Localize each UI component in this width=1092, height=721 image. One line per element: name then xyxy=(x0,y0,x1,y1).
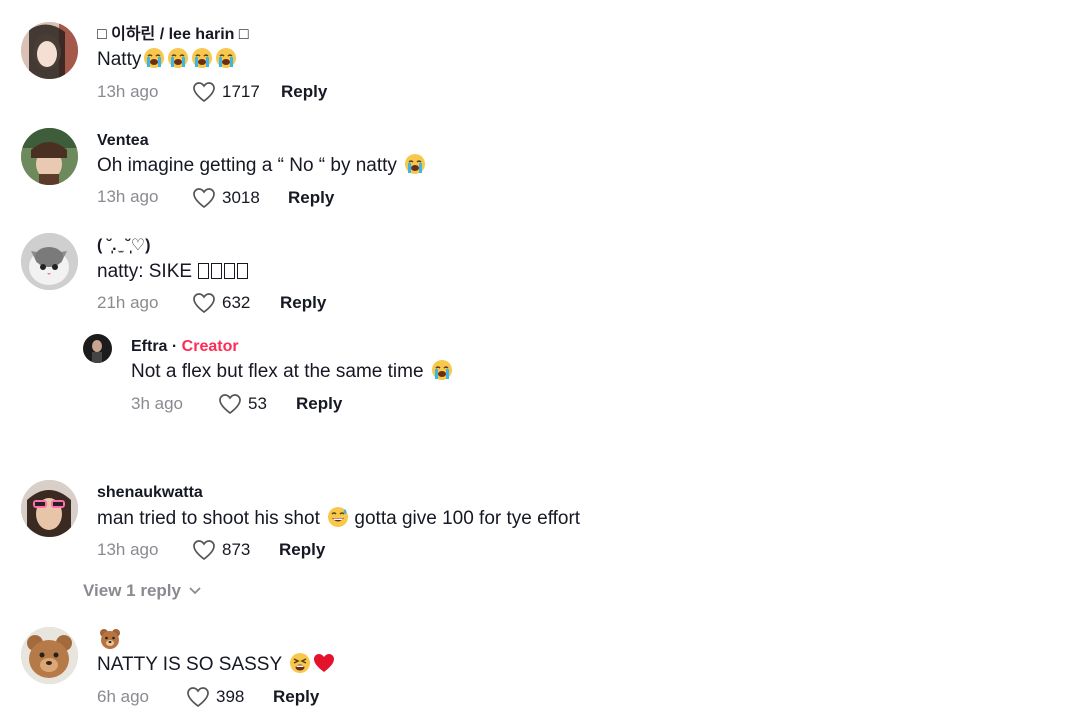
reply-button[interactable]: Reply xyxy=(288,188,334,208)
reply-button[interactable]: Reply xyxy=(279,540,325,560)
comment-text-content: man tried to shoot his shot xyxy=(97,508,320,529)
comment-text-content: Natty xyxy=(97,49,142,70)
comment-timestamp: 21h ago xyxy=(97,293,159,312)
comment-text-content: Oh imagine getting a “ No “ by natty xyxy=(97,155,397,176)
comment-text: man tried to shoot his shot gotta give 1… xyxy=(97,506,580,531)
view-replies-label: View 1 reply xyxy=(83,581,181,600)
username xyxy=(97,628,121,652)
avatar[interactable] xyxy=(21,480,78,537)
heart-outline-icon xyxy=(193,82,215,103)
bear-face-icon[interactable] xyxy=(99,628,121,650)
like-count: 3018 xyxy=(222,188,260,207)
like-button[interactable]: 53 xyxy=(218,393,267,415)
avatar[interactable] xyxy=(21,22,78,79)
comment-text-content: Not a flex but flex at the same time xyxy=(131,361,424,382)
comment-text: Oh imagine getting a “ No “ by natty xyxy=(97,153,426,178)
like-button[interactable]: 873 xyxy=(192,539,250,561)
heart-outline-icon xyxy=(193,293,215,314)
like-count: 873 xyxy=(222,540,251,559)
heart-outline-icon xyxy=(187,687,209,708)
name-separator: · xyxy=(167,338,182,355)
username: Eftra · Creator xyxy=(131,337,239,357)
like-button[interactable]: 1717 xyxy=(192,81,260,103)
username[interactable]: ( ˘̩̩̩. ̫ ˘̩̩̩♡) xyxy=(97,236,150,256)
comment-text: NATTY IS SO SASSY xyxy=(97,652,335,677)
view-replies-button[interactable]: View 1 reply xyxy=(83,581,201,601)
username[interactable]: □ 이하린 / lee harin □ xyxy=(97,25,249,45)
avatar[interactable] xyxy=(83,334,112,363)
username[interactable]: Ventea xyxy=(97,131,149,151)
red-heart-icon xyxy=(313,652,335,674)
reply-button[interactable]: Reply xyxy=(296,394,342,414)
avatar[interactable] xyxy=(21,128,78,185)
unsupported-glyph-icon xyxy=(224,263,236,279)
like-count: 632 xyxy=(222,293,251,312)
comment-text-content-2: gotta give 100 for tye effort xyxy=(354,508,581,529)
comment-timestamp: 3h ago xyxy=(131,394,183,413)
reply-button[interactable]: Reply xyxy=(281,82,327,102)
crying-face-icon xyxy=(167,47,189,69)
comment-timestamp: 6h ago xyxy=(97,687,149,706)
reply-button[interactable]: Reply xyxy=(280,293,326,313)
comment-timestamp: 13h ago xyxy=(97,540,159,559)
comment-text: natty: SIKE xyxy=(97,260,249,284)
avatar[interactable] xyxy=(21,627,78,684)
unsupported-glyph-icon xyxy=(198,263,210,279)
like-button[interactable]: 3018 xyxy=(192,187,260,209)
username[interactable]: shenaukwatta xyxy=(97,483,203,503)
crying-face-icon xyxy=(143,47,165,69)
crying-face-icon xyxy=(431,359,453,381)
heart-outline-icon xyxy=(193,540,215,561)
like-count: 1717 xyxy=(222,82,260,101)
crying-face-icon xyxy=(404,153,426,175)
comment-timestamp: 13h ago xyxy=(97,82,159,101)
comment-text-content: natty: SIKE xyxy=(97,261,198,282)
creator-badge: Creator xyxy=(181,338,239,355)
reply-username[interactable]: Eftra xyxy=(131,338,167,355)
crying-face-icon xyxy=(215,47,237,69)
grinning-sweat-face-icon xyxy=(327,506,349,528)
heart-outline-icon xyxy=(219,394,241,415)
unsupported-glyph-icon xyxy=(237,263,249,279)
like-button[interactable]: 632 xyxy=(192,292,250,314)
comment-text: Not a flex but flex at the same time xyxy=(131,359,453,384)
chevron-down-icon xyxy=(189,587,201,595)
heart-outline-icon xyxy=(193,188,215,209)
like-count: 53 xyxy=(248,394,267,413)
like-button[interactable]: 398 xyxy=(186,686,244,708)
comment-text-content: NATTY IS SO SASSY xyxy=(97,654,282,675)
avatar[interactable] xyxy=(21,233,78,290)
comment-text: Natty xyxy=(97,47,237,72)
reply-button[interactable]: Reply xyxy=(273,687,319,707)
crying-face-icon xyxy=(191,47,213,69)
comment-timestamp: 13h ago xyxy=(97,187,159,206)
like-count: 398 xyxy=(216,687,245,706)
unsupported-glyph-icon xyxy=(211,263,223,279)
tired-face-icon xyxy=(289,652,311,674)
